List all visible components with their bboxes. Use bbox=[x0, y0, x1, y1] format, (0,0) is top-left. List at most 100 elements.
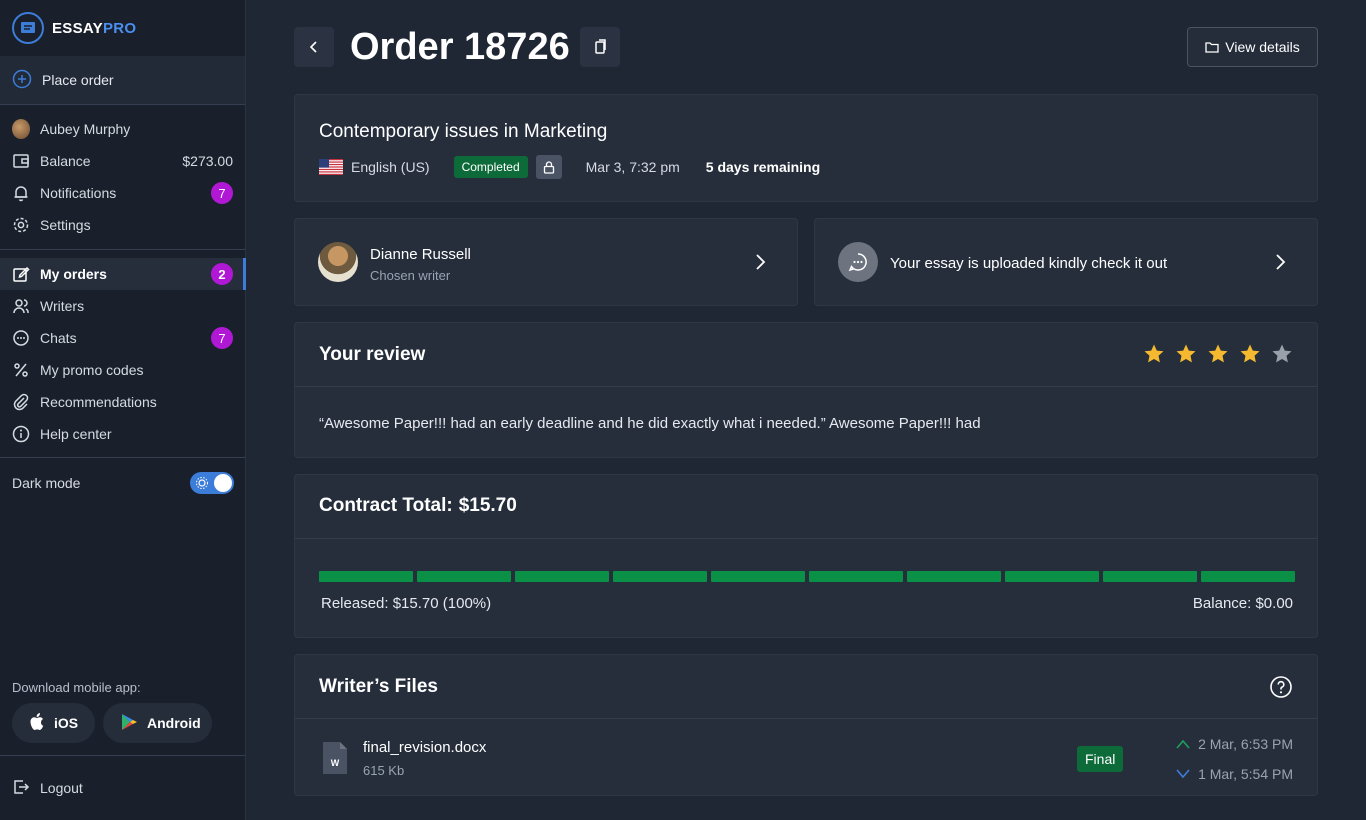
progress-segment bbox=[417, 571, 511, 582]
sidebar-item-notifications[interactable]: Notifications 7 bbox=[0, 177, 245, 209]
contract-amount: $15.70 bbox=[458, 495, 517, 516]
logout-button[interactable]: Logout bbox=[0, 772, 245, 804]
balance-value: $273.00 bbox=[182, 153, 233, 169]
review-title: Your review bbox=[319, 344, 426, 365]
chevron-right-icon bbox=[756, 254, 766, 270]
order-summary-card: Contemporary issues in Marketing English… bbox=[294, 94, 1318, 202]
contract-title: Contract Total: $15.70 bbox=[319, 495, 517, 517]
dark-mode-toggle[interactable] bbox=[190, 472, 234, 494]
user-avatar bbox=[12, 119, 30, 139]
progress-segment bbox=[711, 571, 805, 582]
recommendations-label: Recommendations bbox=[40, 394, 157, 410]
google-play-icon bbox=[119, 712, 139, 735]
sidebar-item-balance[interactable]: Balance $273.00 bbox=[0, 145, 245, 177]
promo-codes-label: My promo codes bbox=[40, 362, 144, 378]
writers-icon bbox=[12, 297, 30, 315]
chevron-left-icon bbox=[309, 41, 317, 53]
files-title: Writer’s Files bbox=[319, 676, 438, 697]
download-date: 1 Mar, 5:54 PM bbox=[1198, 766, 1293, 782]
logo-text-part1: ESSAY bbox=[52, 19, 103, 37]
user-name: Aubey Murphy bbox=[40, 121, 131, 137]
notifications-label: Notifications bbox=[40, 185, 117, 201]
docx-file-icon: W bbox=[323, 742, 347, 774]
download-app-label: Download mobile app: bbox=[12, 680, 141, 695]
logout-icon bbox=[12, 778, 30, 799]
sidebar-item-my-orders[interactable]: My orders 2 bbox=[0, 258, 246, 290]
writer-name: Dianne Russell bbox=[370, 246, 471, 263]
writer-role: Chosen writer bbox=[370, 268, 451, 283]
star-filled-icon[interactable] bbox=[1143, 343, 1165, 365]
notifications-count-badge: 7 bbox=[211, 182, 233, 204]
chats-label: Chats bbox=[40, 330, 77, 346]
back-button[interactable] bbox=[294, 27, 334, 67]
apple-icon bbox=[28, 712, 46, 735]
bell-icon bbox=[12, 184, 30, 202]
paperclip-icon bbox=[12, 393, 30, 411]
my-orders-label: My orders bbox=[40, 266, 107, 282]
file-name[interactable]: final_revision.docx bbox=[363, 739, 486, 756]
android-app-button[interactable]: Android bbox=[103, 703, 212, 743]
latest-message-card[interactable]: Your essay is uploaded kindly check it o… bbox=[814, 218, 1318, 306]
status-badge: Completed bbox=[453, 156, 528, 178]
balance-label: Balance bbox=[40, 153, 91, 169]
dark-mode-row: Dark mode bbox=[12, 472, 234, 494]
copy-order-button[interactable] bbox=[580, 27, 620, 67]
writer-avatar bbox=[318, 242, 358, 282]
released-amount: Released: $15.70 (100%) bbox=[321, 595, 492, 612]
sidebar-item-profile[interactable]: Aubey Murphy bbox=[0, 113, 245, 145]
question-icon[interactable] bbox=[1269, 675, 1293, 699]
logo-text-part2: PRO bbox=[102, 19, 137, 37]
essaypro-logo[interactable]: ESSAYPRO bbox=[12, 12, 136, 44]
upload-date: 2 Mar, 6:53 PM bbox=[1198, 736, 1293, 752]
chevron-down-icon bbox=[1176, 769, 1190, 779]
chevron-up-icon bbox=[1176, 739, 1190, 749]
order-date: Mar 3, 7:32 pm bbox=[585, 159, 680, 175]
writer-files-card: Writer’s Files W final_revision.docx 615… bbox=[294, 654, 1318, 796]
sidebar-item-recommendations[interactable]: Recommendations bbox=[0, 386, 245, 418]
chosen-writer-card[interactable]: Dianne Russell Chosen writer bbox=[294, 218, 798, 306]
ios-app-button[interactable]: iOS bbox=[12, 703, 95, 743]
progress-segment bbox=[319, 571, 413, 582]
us-flag-icon bbox=[319, 159, 343, 175]
wallet-icon bbox=[12, 152, 30, 170]
progress-segment bbox=[1103, 571, 1197, 582]
star-empty-icon[interactable] bbox=[1271, 343, 1293, 365]
star-rating[interactable] bbox=[1143, 343, 1293, 365]
writers-label: Writers bbox=[40, 298, 85, 314]
view-details-button[interactable]: View details bbox=[1187, 27, 1318, 67]
folder-icon bbox=[1205, 42, 1219, 53]
sidebar-item-help-center[interactable]: Help center bbox=[0, 418, 245, 450]
progress-segment bbox=[515, 571, 609, 582]
sidebar-item-chats[interactable]: Chats 7 bbox=[0, 322, 245, 354]
review-card: Your review “Awesome Paper!!! had an ear… bbox=[294, 322, 1318, 458]
star-filled-icon[interactable] bbox=[1239, 343, 1261, 365]
message-preview: Your essay is uploaded kindly check it o… bbox=[890, 255, 1168, 272]
order-language: English (US) bbox=[351, 159, 430, 175]
star-filled-icon[interactable] bbox=[1175, 343, 1197, 365]
sidebar-item-settings[interactable]: Settings bbox=[0, 209, 245, 241]
order-topic: Contemporary issues in Marketing bbox=[319, 121, 608, 142]
android-label: Android bbox=[147, 715, 201, 731]
info-icon bbox=[12, 425, 30, 443]
progress-segment bbox=[1005, 571, 1099, 582]
chat-icon bbox=[12, 329, 30, 347]
view-details-label: View details bbox=[1225, 39, 1300, 55]
upload-date-row: 2 Mar, 6:53 PM bbox=[1176, 735, 1293, 753]
progress-segment bbox=[613, 571, 707, 582]
sidebar-item-promo-codes[interactable]: My promo codes bbox=[0, 354, 245, 386]
progress-segment bbox=[1201, 571, 1295, 582]
file-type-letter: W bbox=[331, 758, 340, 768]
review-header: Your review bbox=[295, 323, 1317, 387]
payment-progress-bar bbox=[319, 571, 1295, 582]
edit-icon bbox=[12, 265, 30, 283]
sidebar-item-writers[interactable]: Writers bbox=[0, 290, 245, 322]
progress-segment bbox=[907, 571, 1001, 582]
place-order-button[interactable]: Place order bbox=[0, 56, 245, 104]
ios-label: iOS bbox=[54, 715, 79, 731]
contract-title-label: Contract Total: bbox=[319, 495, 453, 516]
divider bbox=[0, 249, 245, 250]
files-header: Writer’s Files bbox=[295, 655, 1317, 719]
star-filled-icon[interactable] bbox=[1207, 343, 1229, 365]
lock-icon[interactable] bbox=[535, 155, 562, 179]
sun-icon bbox=[196, 477, 208, 489]
